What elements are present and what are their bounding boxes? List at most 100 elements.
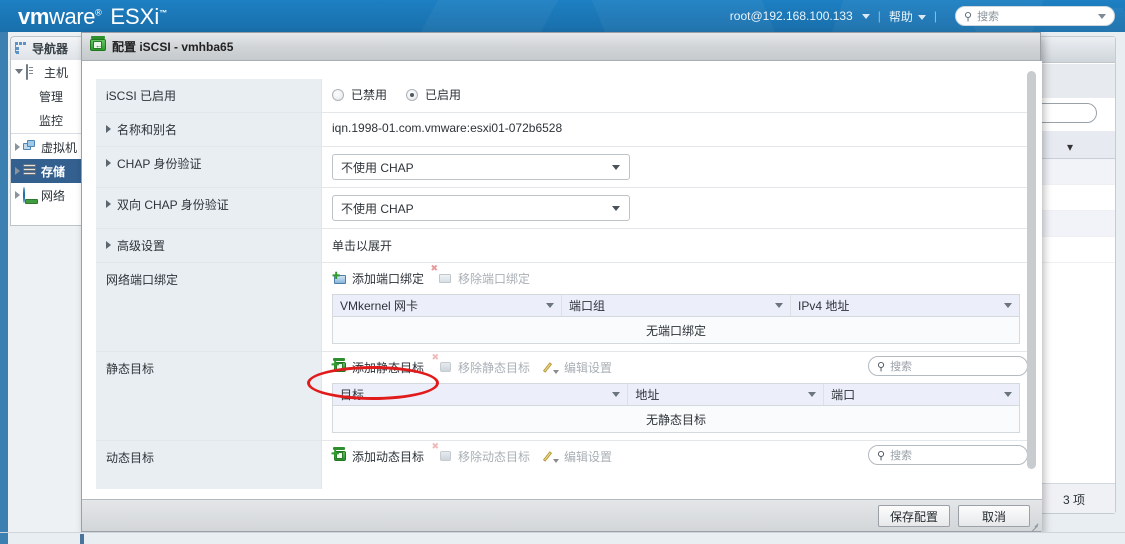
- edit-settings-label: 编辑设置: [564, 450, 613, 464]
- chevron-down-icon[interactable]: [15, 68, 23, 78]
- edit-static-target-settings-button[interactable]: 编辑设置: [542, 359, 612, 376]
- cancel-button[interactable]: 取消: [958, 505, 1030, 527]
- chevron-down-icon: [612, 392, 621, 397]
- row-label[interactable]: CHAP 身份验证: [96, 147, 322, 187]
- chevron-right-icon[interactable]: [106, 241, 111, 249]
- column-label: 目标: [340, 388, 365, 402]
- row-label[interactable]: 高级设置: [96, 229, 322, 262]
- dialog-vertical-scrollbar[interactable]: [1027, 69, 1036, 487]
- column-header-target[interactable]: 目标: [333, 384, 629, 405]
- sidebar-item-host[interactable]: 主机: [11, 60, 87, 84]
- radio-disabled[interactable]: [332, 88, 344, 101]
- row-label[interactable]: 名称和别名: [96, 113, 322, 146]
- row-dynamic-targets: 动态目标 ✚ 添加动态目标 ✖ 移除动态目标 编辑设置 ⚲ 搜索: [96, 441, 1028, 489]
- chevron-right-icon[interactable]: [15, 191, 20, 199]
- row-advanced-settings: 高级设置 单击以展开: [96, 229, 1028, 263]
- scrollbar-thumb[interactable]: [1027, 71, 1036, 469]
- left-edge-strip: [0, 32, 8, 544]
- static-targets-table: 目标 地址 端口 无静态目标: [332, 383, 1020, 433]
- dialog-title-bar[interactable]: ← 配置 iSCSI - vmhba65: [82, 33, 1040, 61]
- sidebar-item-virtual-machines[interactable]: 虚拟机: [11, 135, 87, 159]
- top-header-bar: vmware® ESXi™ root@192.168.100.133 | 帮助 |…: [0, 0, 1125, 32]
- mutual-chap-select-value: 不使用 CHAP: [341, 201, 414, 216]
- chevron-down-icon: [775, 303, 783, 308]
- static-targets-empty-message: 无静态目标: [333, 406, 1019, 432]
- dynamic-targets-search-input[interactable]: ⚲ 搜索: [868, 445, 1028, 465]
- help-menu[interactable]: 帮助: [889, 8, 926, 25]
- add-dynamic-target-button[interactable]: ✚ 添加动态目标: [331, 446, 424, 465]
- static-targets-search-placeholder: 搜索: [890, 361, 913, 373]
- sidebar-item-label: 管理: [39, 89, 64, 104]
- table-header-row: 目标 地址 端口: [333, 384, 1019, 406]
- static-targets-search-input[interactable]: ⚲ 搜索: [868, 356, 1028, 376]
- static-targets-toolbar: ✚ 添加静态目标 ✖ 移除静态目标 编辑设置 ⚲ 搜索: [331, 352, 1028, 376]
- navigator-tab[interactable]: 导航器: [10, 36, 88, 60]
- sidebar-item-manage[interactable]: 管理: [11, 84, 87, 108]
- navigator-tree: 主机 管理 监控 虚拟机 存储 网络: [10, 60, 88, 226]
- row-label-text: 高级设置: [117, 239, 166, 253]
- add-port-binding-button[interactable]: ✚ 添加端口绑定: [332, 270, 424, 287]
- row-chap-authentication: CHAP 身份验证 不使用 CHAP: [96, 147, 1028, 188]
- row-value[interactable]: 单击以展开: [322, 229, 1028, 262]
- mutual-chap-select[interactable]: 不使用 CHAP: [332, 195, 630, 221]
- chevron-down-icon: [612, 206, 620, 211]
- row-label-text: 名称和别名: [117, 123, 178, 137]
- chevron-right-icon[interactable]: [106, 200, 111, 208]
- dynamic-targets-toolbar: ✚ 添加动态目标 ✖ 移除动态目标 编辑设置 ⚲ 搜索: [331, 441, 1028, 465]
- chevron-down-icon: [612, 165, 620, 170]
- user-menu[interactable]: root@192.168.100.133: [726, 9, 870, 23]
- sidebar-item-networking[interactable]: 网络: [11, 183, 87, 207]
- row-value: ✚ 添加动态目标 ✖ 移除动态目标 编辑设置 ⚲ 搜索: [322, 441, 1028, 489]
- chevron-right-icon[interactable]: [106, 159, 111, 167]
- row-static-targets: 静态目标 ✚ 添加静态目标 ✖ 移除静态目标 编辑设置 ⚲ 搜索 目标 地址 端…: [96, 352, 1028, 441]
- dialog-resize-handle[interactable]: [1030, 520, 1039, 532]
- navigator-icon: [15, 42, 29, 55]
- user-menu-label: root@192.168.100.133: [729, 9, 853, 23]
- sidebar-item-monitor[interactable]: 监控: [11, 108, 87, 132]
- add-port-binding-icon: ✚: [332, 271, 347, 286]
- dialog-body: iSCSI 已启用 已禁用 已启用 名称和别名 iqn.1998-01.com.…: [82, 61, 1042, 501]
- row-value: ✚ 添加静态目标 ✖ 移除静态目标 编辑设置 ⚲ 搜索 目标 地址 端口 无静态…: [322, 352, 1028, 440]
- chevron-down-icon[interactable]: [1098, 13, 1106, 19]
- row-value: 不使用 CHAP: [322, 188, 1028, 228]
- remove-static-target-button[interactable]: ✖ 移除静态目标: [431, 352, 530, 376]
- global-search-placeholder: 搜索: [977, 11, 1000, 23]
- column-header-vmkernel-nic[interactable]: VMkernel 网卡: [333, 295, 562, 316]
- chap-select[interactable]: 不使用 CHAP: [332, 154, 630, 180]
- row-label[interactable]: 双向 CHAP 身份验证: [96, 188, 322, 228]
- sidebar-item-label: 虚拟机: [41, 140, 78, 155]
- column-header-port[interactable]: 端口: [824, 384, 1019, 405]
- global-search-input[interactable]: ⚲ 搜索: [955, 6, 1115, 26]
- chevron-right-icon[interactable]: [15, 167, 20, 175]
- divider: [11, 133, 87, 134]
- column-header-address[interactable]: 地址: [628, 384, 825, 405]
- search-icon: ⚲: [877, 360, 886, 373]
- row-label-text: iSCSI 已启用: [106, 89, 177, 103]
- logo-ware: ware: [49, 4, 96, 29]
- edit-dynamic-target-settings-button[interactable]: 编辑设置: [542, 448, 613, 465]
- chevron-right-icon[interactable]: [15, 143, 20, 151]
- radio-enabled[interactable]: [406, 88, 419, 101]
- storage-icon: [23, 164, 37, 178]
- header-separator: |: [933, 9, 937, 23]
- remove-port-binding-button[interactable]: ✖ 移除端口绑定: [430, 263, 530, 287]
- sidebar-item-label: 监控: [39, 113, 64, 128]
- remove-dynamic-target-label: 移除动态目标: [458, 450, 531, 464]
- scrollbar-thumb[interactable]: [80, 534, 84, 544]
- add-static-target-button[interactable]: ✚ 添加静态目标: [331, 357, 424, 376]
- iqn-value: iqn.1998-01.com.vmware:esxi01-072b6528: [332, 121, 563, 135]
- column-header-port-group[interactable]: 端口组: [562, 295, 791, 316]
- remove-dynamic-target-button[interactable]: ✖ 移除动态目标: [431, 441, 531, 465]
- esxi-host-client: vmware® ESXi™ root@192.168.100.133 | 帮助 |…: [0, 0, 1125, 544]
- add-static-target-icon: ✚: [331, 357, 347, 375]
- sidebar-item-label: 主机: [44, 65, 69, 80]
- chevron-right-icon[interactable]: [106, 125, 111, 133]
- row-label-text: 静态目标: [106, 362, 155, 376]
- port-binding-table: VMkernel 网卡 端口组 IPv4 地址 无端口绑定: [332, 294, 1020, 344]
- page-horizontal-scrollbar[interactable]: [0, 532, 1125, 544]
- add-dynamic-target-icon: ✚: [331, 446, 347, 464]
- save-configuration-button[interactable]: 保存配置: [878, 505, 950, 527]
- column-header-ipv4-address[interactable]: IPv4 地址: [791, 295, 1019, 316]
- chevron-down-icon: [1004, 303, 1012, 308]
- sidebar-item-storage[interactable]: 存储: [11, 159, 87, 183]
